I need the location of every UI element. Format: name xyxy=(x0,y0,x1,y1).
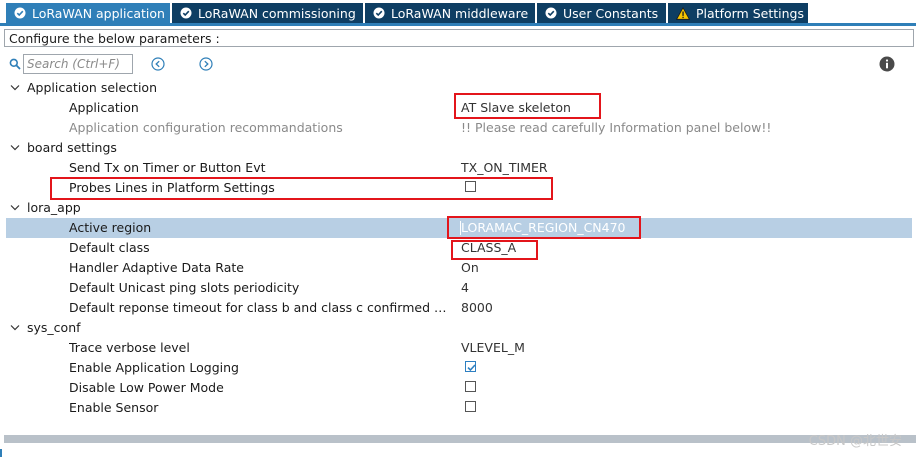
category-label: board settings xyxy=(27,140,117,155)
param-name: Disable Low Power Mode xyxy=(69,380,224,395)
tab-platform-settings[interactable]: Platform Settings xyxy=(668,3,808,23)
category-label: sys_conf xyxy=(27,320,81,335)
category-application-selection[interactable]: Application selection xyxy=(6,78,912,98)
category-label: Application selection xyxy=(27,80,157,95)
param-value[interactable]: TX_ON_TIMER xyxy=(461,160,548,175)
param-default-class[interactable]: Default class CLASS_A xyxy=(6,238,912,258)
param-value[interactable]: VLEVEL_M xyxy=(461,340,525,355)
tab-label: LoRaWAN application xyxy=(32,5,165,21)
param-response-timeout[interactable]: Default reponse timeout for class b and … xyxy=(6,298,912,318)
param-name: Default reponse timeout for class b and … xyxy=(69,300,454,315)
tab-lorawan-commissioning[interactable]: LoRaWAN commissioning xyxy=(172,3,363,23)
param-value[interactable]: AT Slave skeleton xyxy=(461,100,571,115)
chevron-down-icon[interactable] xyxy=(10,84,20,92)
param-name: Probes Lines in Platform Settings xyxy=(69,180,275,195)
sensor-checkbox[interactable] xyxy=(465,401,476,412)
param-name: Send Tx on Timer or Button Evt xyxy=(69,160,266,175)
tab-label: Platform Settings xyxy=(696,5,804,21)
tab-underline xyxy=(0,23,916,26)
tab-lorawan-middleware[interactable]: LoRaWAN middleware xyxy=(365,3,535,23)
param-value[interactable]: On xyxy=(461,260,479,275)
tab-label: User Constants xyxy=(563,5,659,21)
param-name: Default Unicast ping slots periodicity xyxy=(69,280,300,295)
param-value[interactable]: CLASS_A xyxy=(461,240,516,255)
param-active-region[interactable]: Active region LORAMAC_REGION_CN470 xyxy=(6,218,912,238)
next-result-icon[interactable] xyxy=(199,57,213,71)
tab-label: LoRaWAN commissioning xyxy=(198,5,356,21)
low-power-checkbox[interactable] xyxy=(465,381,476,392)
tab-user-constants[interactable]: User Constants xyxy=(537,3,666,23)
param-value[interactable]: 4 xyxy=(461,280,469,295)
search-toolbar xyxy=(0,52,916,76)
tab-lorawan-application[interactable]: LoRaWAN application xyxy=(6,3,170,23)
param-application[interactable]: Application AT Slave skeleton xyxy=(6,98,912,118)
chevron-down-icon[interactable] xyxy=(10,204,20,212)
previous-result-icon[interactable] xyxy=(151,57,165,71)
app-logging-checkbox[interactable] xyxy=(465,361,476,372)
param-name: Application xyxy=(69,100,139,115)
param-trace-level[interactable]: Trace verbose level VLEVEL_M xyxy=(6,338,912,358)
panel-edge xyxy=(0,449,2,457)
search-icon xyxy=(9,58,21,70)
param-name: Active region xyxy=(69,220,152,235)
configure-label: Configure the below parameters : xyxy=(9,31,220,46)
info-icon[interactable] xyxy=(879,56,895,72)
category-lora-app[interactable]: lora_app xyxy=(6,198,912,218)
param-name: Enable Application Logging xyxy=(69,360,239,375)
chevron-down-icon[interactable] xyxy=(10,324,20,332)
category-sys-conf[interactable]: sys_conf xyxy=(6,318,912,338)
param-application-recommendations: Application configuration recommandation… xyxy=(6,118,912,138)
watermark: CSDN @北世安 xyxy=(808,434,902,449)
param-send-tx[interactable]: Send Tx on Timer or Button Evt TX_ON_TIM… xyxy=(6,158,912,178)
tab-bar: LoRaWAN application LoRaWAN commissionin… xyxy=(0,0,916,26)
horizontal-scrollbar[interactable] xyxy=(4,435,916,443)
chevron-down-icon[interactable] xyxy=(10,144,20,152)
param-app-logging[interactable]: Enable Application Logging xyxy=(6,358,912,378)
param-name: Handler Adaptive Data Rate xyxy=(69,260,244,275)
param-value[interactable]: LORAMAC_REGION_CN470 xyxy=(461,220,626,235)
param-probes-lines[interactable]: Probes Lines in Platform Settings xyxy=(6,178,912,198)
configure-header: Configure the below parameters : xyxy=(4,29,914,47)
param-value: !! Please read carefully Information pan… xyxy=(461,120,772,135)
param-ping-slots[interactable]: Default Unicast ping slots periodicity 4 xyxy=(6,278,912,298)
check-circle-icon xyxy=(14,7,26,19)
check-circle-icon xyxy=(180,7,192,19)
warning-icon xyxy=(676,6,690,20)
checkmark-icon xyxy=(467,364,476,372)
param-sensor[interactable]: Enable Sensor xyxy=(6,398,912,418)
param-name: Trace verbose level xyxy=(69,340,190,355)
tab-label: LoRaWAN middleware xyxy=(391,5,529,21)
param-adr[interactable]: Handler Adaptive Data Rate On xyxy=(6,258,912,278)
check-circle-icon xyxy=(545,7,557,19)
category-label: lora_app xyxy=(27,200,81,215)
param-low-power[interactable]: Disable Low Power Mode xyxy=(6,378,912,398)
check-circle-icon xyxy=(373,7,385,19)
param-name: Default class xyxy=(69,240,150,255)
search-input[interactable] xyxy=(23,54,133,74)
param-name: Application configuration recommandation… xyxy=(69,120,343,135)
probes-lines-checkbox[interactable] xyxy=(465,181,476,192)
category-board-settings[interactable]: board settings xyxy=(6,138,912,158)
param-value[interactable]: 8000 xyxy=(461,300,493,315)
param-name: Enable Sensor xyxy=(69,400,159,415)
